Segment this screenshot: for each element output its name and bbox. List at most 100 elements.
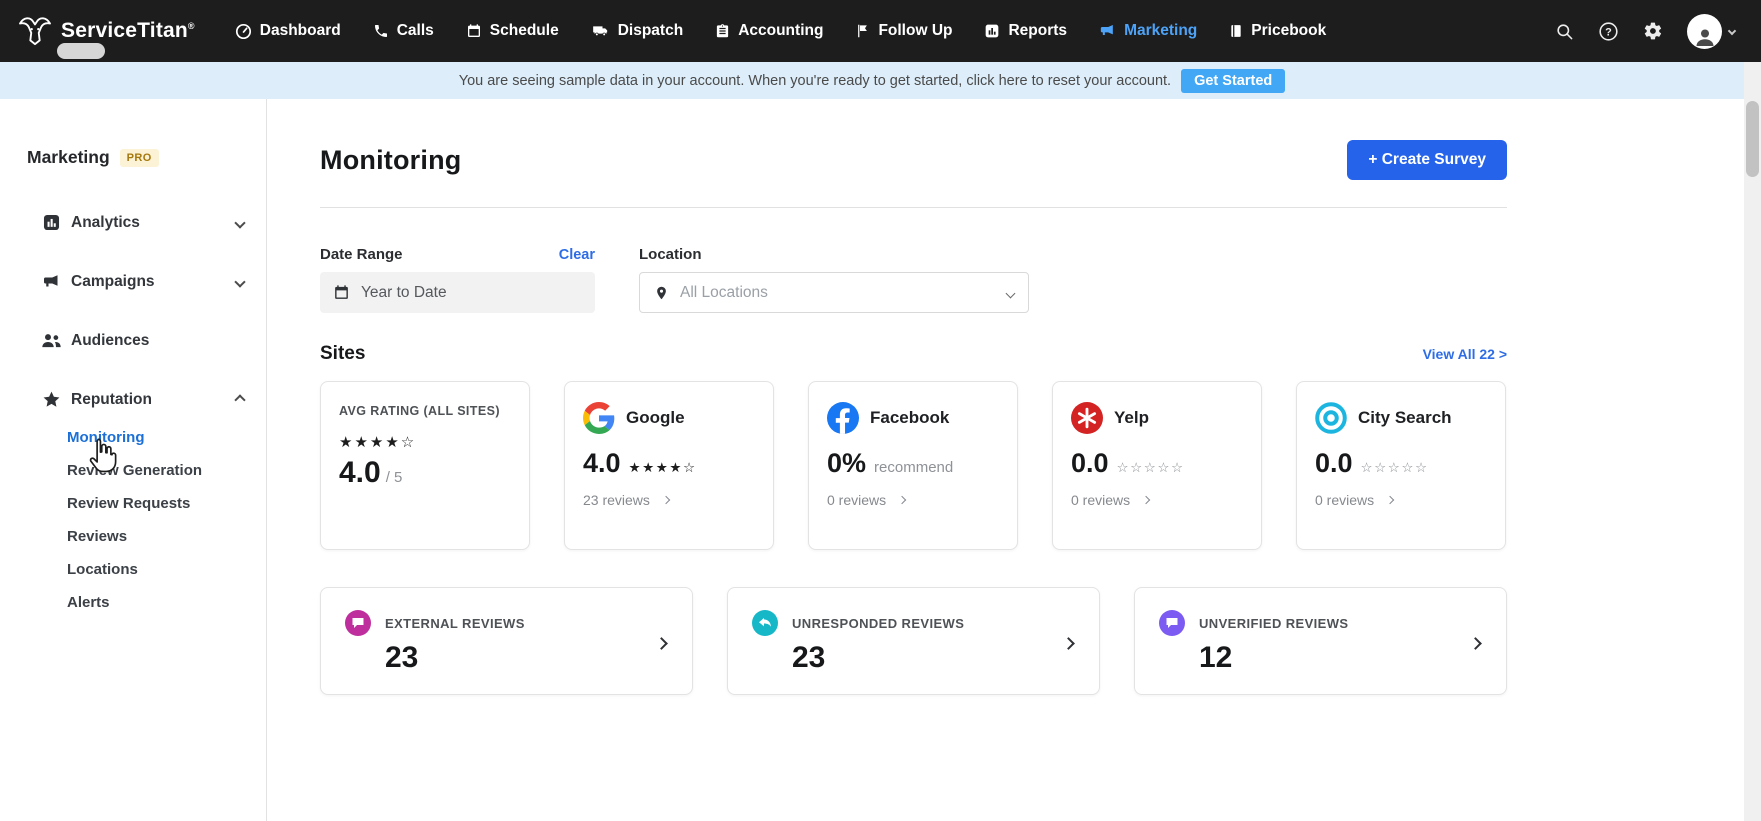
sidebar-item-audiences[interactable]: Audiences bbox=[0, 311, 266, 370]
site-reviews-link[interactable]: 23 reviews bbox=[583, 492, 755, 508]
site-reviews-count: 23 reviews bbox=[583, 492, 650, 508]
facebook-logo-icon bbox=[827, 402, 859, 434]
sidebar-item-label: Reputation bbox=[71, 390, 152, 408]
site-reviews-link[interactable]: 0 reviews bbox=[1315, 492, 1487, 508]
banner-click-here-link[interactable]: click here bbox=[966, 73, 1027, 89]
google-card[interactable]: Google 4.0 ★★★★☆ 23 reviews bbox=[564, 381, 774, 550]
sidebar-item-review-requests[interactable]: Review Requests bbox=[0, 487, 266, 520]
topnav-dashboard[interactable]: Dashboard bbox=[235, 22, 341, 40]
topbar-actions: ? bbox=[1555, 13, 1737, 49]
summary-value: 23 bbox=[792, 641, 826, 674]
sidebar-item-locations[interactable]: Locations bbox=[0, 553, 266, 586]
yelp-card[interactable]: Yelp 0.0 ☆☆☆☆☆ 0 reviews bbox=[1052, 381, 1262, 550]
date-range-input[interactable]: Year to Date bbox=[320, 272, 595, 313]
help-icon[interactable]: ? bbox=[1598, 21, 1619, 42]
chevron-right-icon bbox=[1062, 635, 1075, 653]
servicetitan-logo[interactable]: ServiceTitan® bbox=[18, 16, 195, 46]
summary-label: UNVERIFIED REVIEWS bbox=[1199, 615, 1349, 631]
truck-icon bbox=[591, 23, 610, 39]
topnav-schedule[interactable]: Schedule bbox=[466, 22, 559, 40]
chevron-right-icon bbox=[661, 495, 671, 505]
topnav-pricebook[interactable]: Pricebook bbox=[1229, 22, 1326, 40]
topnav-label: Calls bbox=[396, 22, 434, 39]
location-label: Location bbox=[639, 246, 702, 263]
svg-text:?: ? bbox=[1605, 26, 1612, 38]
sidebar-item-alerts[interactable]: Alerts bbox=[0, 586, 266, 619]
sidebar-toggle-pill[interactable] bbox=[57, 43, 105, 59]
filters-row: Date Range Clear Year to Date Location A… bbox=[320, 246, 1507, 313]
summary-label: EXTERNAL REVIEWS bbox=[385, 615, 525, 631]
site-reviews-count: 0 reviews bbox=[1315, 492, 1375, 508]
sidebar-title: Marketing bbox=[27, 147, 110, 167]
view-all-link[interactable]: View All 22 > bbox=[1423, 346, 1507, 362]
topnav-accounting[interactable]: Accounting bbox=[715, 22, 823, 40]
bar-chart-square-icon bbox=[40, 213, 62, 232]
external-reviews-card[interactable]: EXTERNAL REVIEWS 23 bbox=[320, 587, 693, 695]
chevron-right-icon bbox=[655, 635, 668, 653]
chevron-down-icon bbox=[234, 273, 246, 291]
search-icon[interactable] bbox=[1555, 22, 1574, 41]
create-survey-button[interactable]: + Create Survey bbox=[1347, 140, 1507, 180]
avatar bbox=[1687, 13, 1722, 49]
date-range-label: Date Range bbox=[320, 246, 403, 263]
sidebar-item-review-generation[interactable]: Review Generation bbox=[0, 454, 266, 487]
sidebar-item-reviews[interactable]: Reviews bbox=[0, 520, 266, 553]
title-divider bbox=[320, 207, 1507, 208]
site-name: Google bbox=[626, 408, 685, 427]
unverified-reviews-card[interactable]: UNVERIFIED REVIEWS 12 bbox=[1134, 587, 1507, 695]
site-rating-stars: ★★★★☆ bbox=[628, 460, 697, 475]
phone-icon bbox=[373, 23, 389, 39]
sidebar-item-label: Campaigns bbox=[71, 272, 155, 290]
account-menu[interactable] bbox=[1687, 13, 1737, 49]
sidebar-item-campaigns[interactable]: Campaigns bbox=[0, 252, 266, 311]
avg-rating-card[interactable]: AVG RATING (ALL SITES) ★★★★☆ 4.0 / 5 bbox=[320, 381, 530, 550]
pro-badge: PRO bbox=[119, 148, 159, 167]
topnav-label: Reports bbox=[1008, 22, 1068, 39]
clipboard-icon bbox=[715, 23, 730, 39]
topnav-follow-up[interactable]: Follow Up bbox=[855, 22, 952, 40]
topnav-label: Dispatch bbox=[617, 22, 684, 39]
site-reviews-link[interactable]: 0 reviews bbox=[827, 492, 999, 508]
topnav-label: Marketing bbox=[1124, 22, 1198, 39]
topnav-marketing[interactable]: Marketing bbox=[1099, 22, 1197, 40]
dashboard-icon bbox=[235, 23, 252, 40]
megaphone-icon bbox=[1099, 23, 1116, 39]
sidebar-item-label: Analytics bbox=[71, 213, 140, 231]
sites-heading: Sites bbox=[320, 343, 366, 364]
site-reviews-count: 0 reviews bbox=[827, 492, 887, 508]
location-select[interactable]: All Locations bbox=[639, 272, 1029, 313]
main-panel: Monitoring + Create Survey Date Range Cl… bbox=[267, 99, 1744, 821]
sidebar-header: Marketing PRO bbox=[0, 147, 266, 168]
unresponded-reviews-card[interactable]: UNRESPONDED REVIEWS 23 bbox=[727, 587, 1100, 695]
topnav-dispatch[interactable]: Dispatch bbox=[591, 22, 683, 40]
topnav-calls[interactable]: Calls bbox=[373, 22, 434, 40]
sidebar-item-monitoring[interactable]: Monitoring bbox=[0, 421, 266, 454]
site-rating-value: 0% bbox=[827, 448, 867, 478]
sidebar-item-analytics[interactable]: Analytics bbox=[0, 193, 266, 252]
calendar-icon bbox=[466, 23, 482, 39]
facebook-card[interactable]: Facebook 0% recommend 0 reviews bbox=[808, 381, 1018, 550]
site-reviews-link[interactable]: 0 reviews bbox=[1071, 492, 1243, 508]
site-name: City Search bbox=[1358, 408, 1452, 427]
top-nav-menu: Dashboard Calls Schedule Dispatch Accoun… bbox=[235, 22, 1326, 40]
clear-date-link[interactable]: Clear bbox=[559, 247, 595, 263]
summary-value: 12 bbox=[1199, 641, 1233, 674]
bar-chart-icon bbox=[984, 23, 1000, 39]
avg-rating-value: 4.0 bbox=[339, 456, 381, 490]
site-rating-stars: ☆☆☆☆☆ bbox=[1116, 460, 1185, 475]
page-title: Monitoring bbox=[320, 144, 462, 175]
location-pin-icon bbox=[654, 284, 669, 302]
reputation-submenu: Monitoring Review Generation Review Requ… bbox=[0, 421, 266, 619]
gear-icon[interactable] bbox=[1643, 21, 1663, 41]
topnav-label: Follow Up bbox=[878, 22, 953, 39]
vertical-scrollbar[interactable] bbox=[1744, 62, 1761, 821]
chevron-right-icon bbox=[897, 495, 907, 505]
avg-rating-stars: ★★★★☆ bbox=[339, 434, 417, 452]
scrollbar-thumb[interactable] bbox=[1746, 101, 1759, 177]
site-rating-value: 0.0 bbox=[1071, 448, 1109, 478]
citysearch-card[interactable]: City Search 0.0 ☆☆☆☆☆ 0 reviews bbox=[1296, 381, 1506, 550]
chevron-down-icon bbox=[1005, 284, 1016, 302]
chevron-right-icon bbox=[1141, 495, 1151, 505]
topnav-reports[interactable]: Reports bbox=[984, 22, 1067, 40]
get-started-button[interactable]: Get Started bbox=[1181, 68, 1286, 93]
